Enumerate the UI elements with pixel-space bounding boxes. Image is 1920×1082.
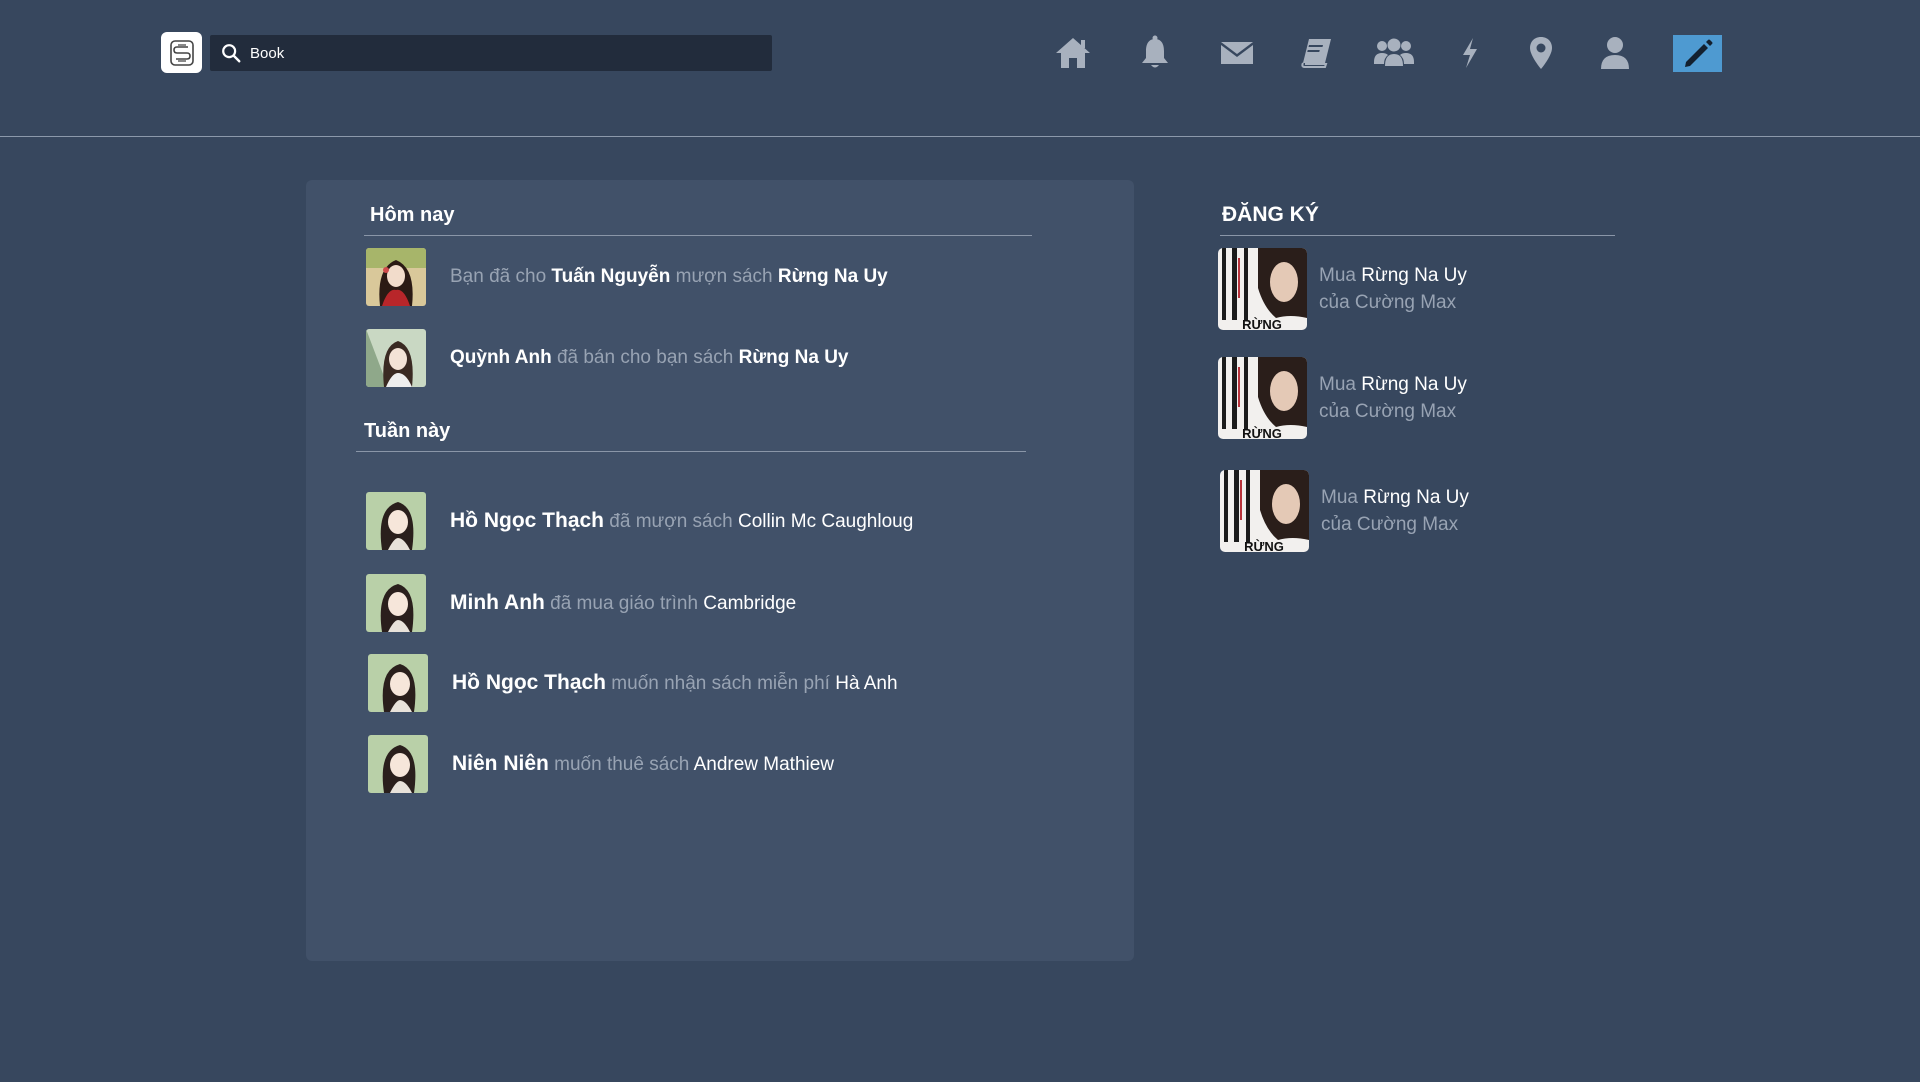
book-title-link[interactable]: Rừng Na Uy [778,266,888,287]
book-icon [1301,39,1331,68]
book-title-link[interactable]: Rừng Na Uy [1361,265,1467,286]
sub-action: Mua [1319,265,1356,286]
book-cover: RỪNG [1218,357,1307,439]
user-name-link[interactable]: Hồ Ngọc Thạch [452,671,606,694]
nav-profile[interactable] [1590,28,1640,78]
today-title: Hôm nay [370,204,455,226]
sub-action: Mua [1319,374,1356,395]
subscription-item[interactable]: RỪNG Mua Rừng Na Uy của Cường Max [1220,470,1469,552]
book-cover: RỪNG [1220,470,1309,552]
location-icon [1530,37,1552,69]
user-name-link[interactable]: Quỳnh Anh [450,347,552,368]
sub-author: của Cường Max [1321,514,1459,535]
sub-action: Mua [1321,487,1358,508]
activity-verb: mượn sách [675,266,773,287]
pencil-icon [1684,39,1712,67]
week-divider [356,451,1026,452]
book-title-link[interactable]: Andrew Mathiew [694,754,834,775]
book-title-link[interactable]: Rừng Na Uy [1363,487,1469,508]
user-name-link[interactable]: Hồ Ngọc Thạch [450,509,604,532]
group-icon [1374,38,1414,66]
today-divider [364,235,1032,236]
bell-icon [1142,35,1168,68]
subscriptions-title: ĐĂNG KÝ [1222,203,1319,226]
search-input[interactable] [250,44,750,62]
nav-notifications[interactable] [1130,28,1180,78]
nav-messages[interactable] [1212,28,1262,78]
avatar [368,735,428,793]
book-title-link[interactable]: Rừng Na Uy [739,347,849,368]
book-title-link[interactable]: Rừng Na Uy [1361,374,1467,395]
top-header [0,0,1920,137]
activity-verb: muốn nhận sách miễn phí [611,673,830,694]
activity-item[interactable]: Bạn đã cho Tuấn Nguyễn mượn sách Rừng Na… [366,248,888,306]
book-cover: RỪNG [1218,248,1307,330]
avatar [366,329,426,387]
activity-item[interactable]: Niên Niên muốn thuê sách Andrew Mathiew [368,735,834,793]
user-icon [1601,37,1629,69]
cover-title: RỪNG [1242,317,1282,330]
bolt-icon [1463,38,1477,68]
avatar [366,574,426,632]
cover-title: RỪNG [1242,426,1282,439]
activity-item[interactable]: Hồ Ngọc Thạch đã mượn sách Collin Mc Cau… [366,492,913,550]
nav-home[interactable] [1048,28,1098,78]
avatar [366,492,426,550]
activity-prefix: Bạn đã cho [450,266,547,287]
book-title-link[interactable]: Cambridge [703,593,796,614]
nav-location[interactable] [1516,28,1566,78]
cover-title: RỪNG [1244,539,1284,552]
activity-item[interactable]: Minh Anh đã mua giáo trình Cambridge [366,574,796,632]
nav-books[interactable] [1291,28,1341,78]
activity-item[interactable]: Hồ Ngọc Thạch muốn nhận sách miễn phí Hà… [368,654,898,712]
book-title-link[interactable]: Collin Mc Caughloug [738,511,913,532]
avatar [368,654,428,712]
subscription-item[interactable]: RỪNG Mua Rừng Na Uy của Cường Max [1218,248,1467,330]
mail-icon [1221,42,1253,64]
activity-verb: đã mua giáo trình [550,593,699,614]
search-box [210,35,772,71]
activity-verb: muốn thuê sách [554,754,690,775]
home-icon [1056,38,1090,68]
activity-verb: đã mượn sách [609,511,733,532]
nav-friends[interactable] [1369,28,1419,78]
nav-activity[interactable] [1445,28,1495,78]
search-icon[interactable] [220,42,242,64]
user-name-link[interactable]: Niên Niên [452,752,549,775]
subscriptions-divider [1220,235,1615,236]
user-name-link[interactable]: Tuấn Nguyễn [551,266,670,287]
avatar [366,248,426,306]
book-title-link[interactable]: Hà Anh [835,673,897,694]
user-name-link[interactable]: Minh Anh [450,591,545,614]
activity-item[interactable]: Quỳnh Anh đã bán cho bạn sách Rừng Na Uy [366,329,848,387]
app-logo[interactable] [161,32,202,73]
week-title: Tuần này [364,420,451,442]
sub-author: của Cường Max [1319,401,1457,422]
logo-icon [169,39,194,66]
activity-verb: đã bán cho bạn sách [556,347,734,368]
nav-compose[interactable] [1673,35,1722,72]
sub-author: của Cường Max [1319,292,1457,313]
subscription-item[interactable]: RỪNG Mua Rừng Na Uy của Cường Max [1218,357,1467,439]
